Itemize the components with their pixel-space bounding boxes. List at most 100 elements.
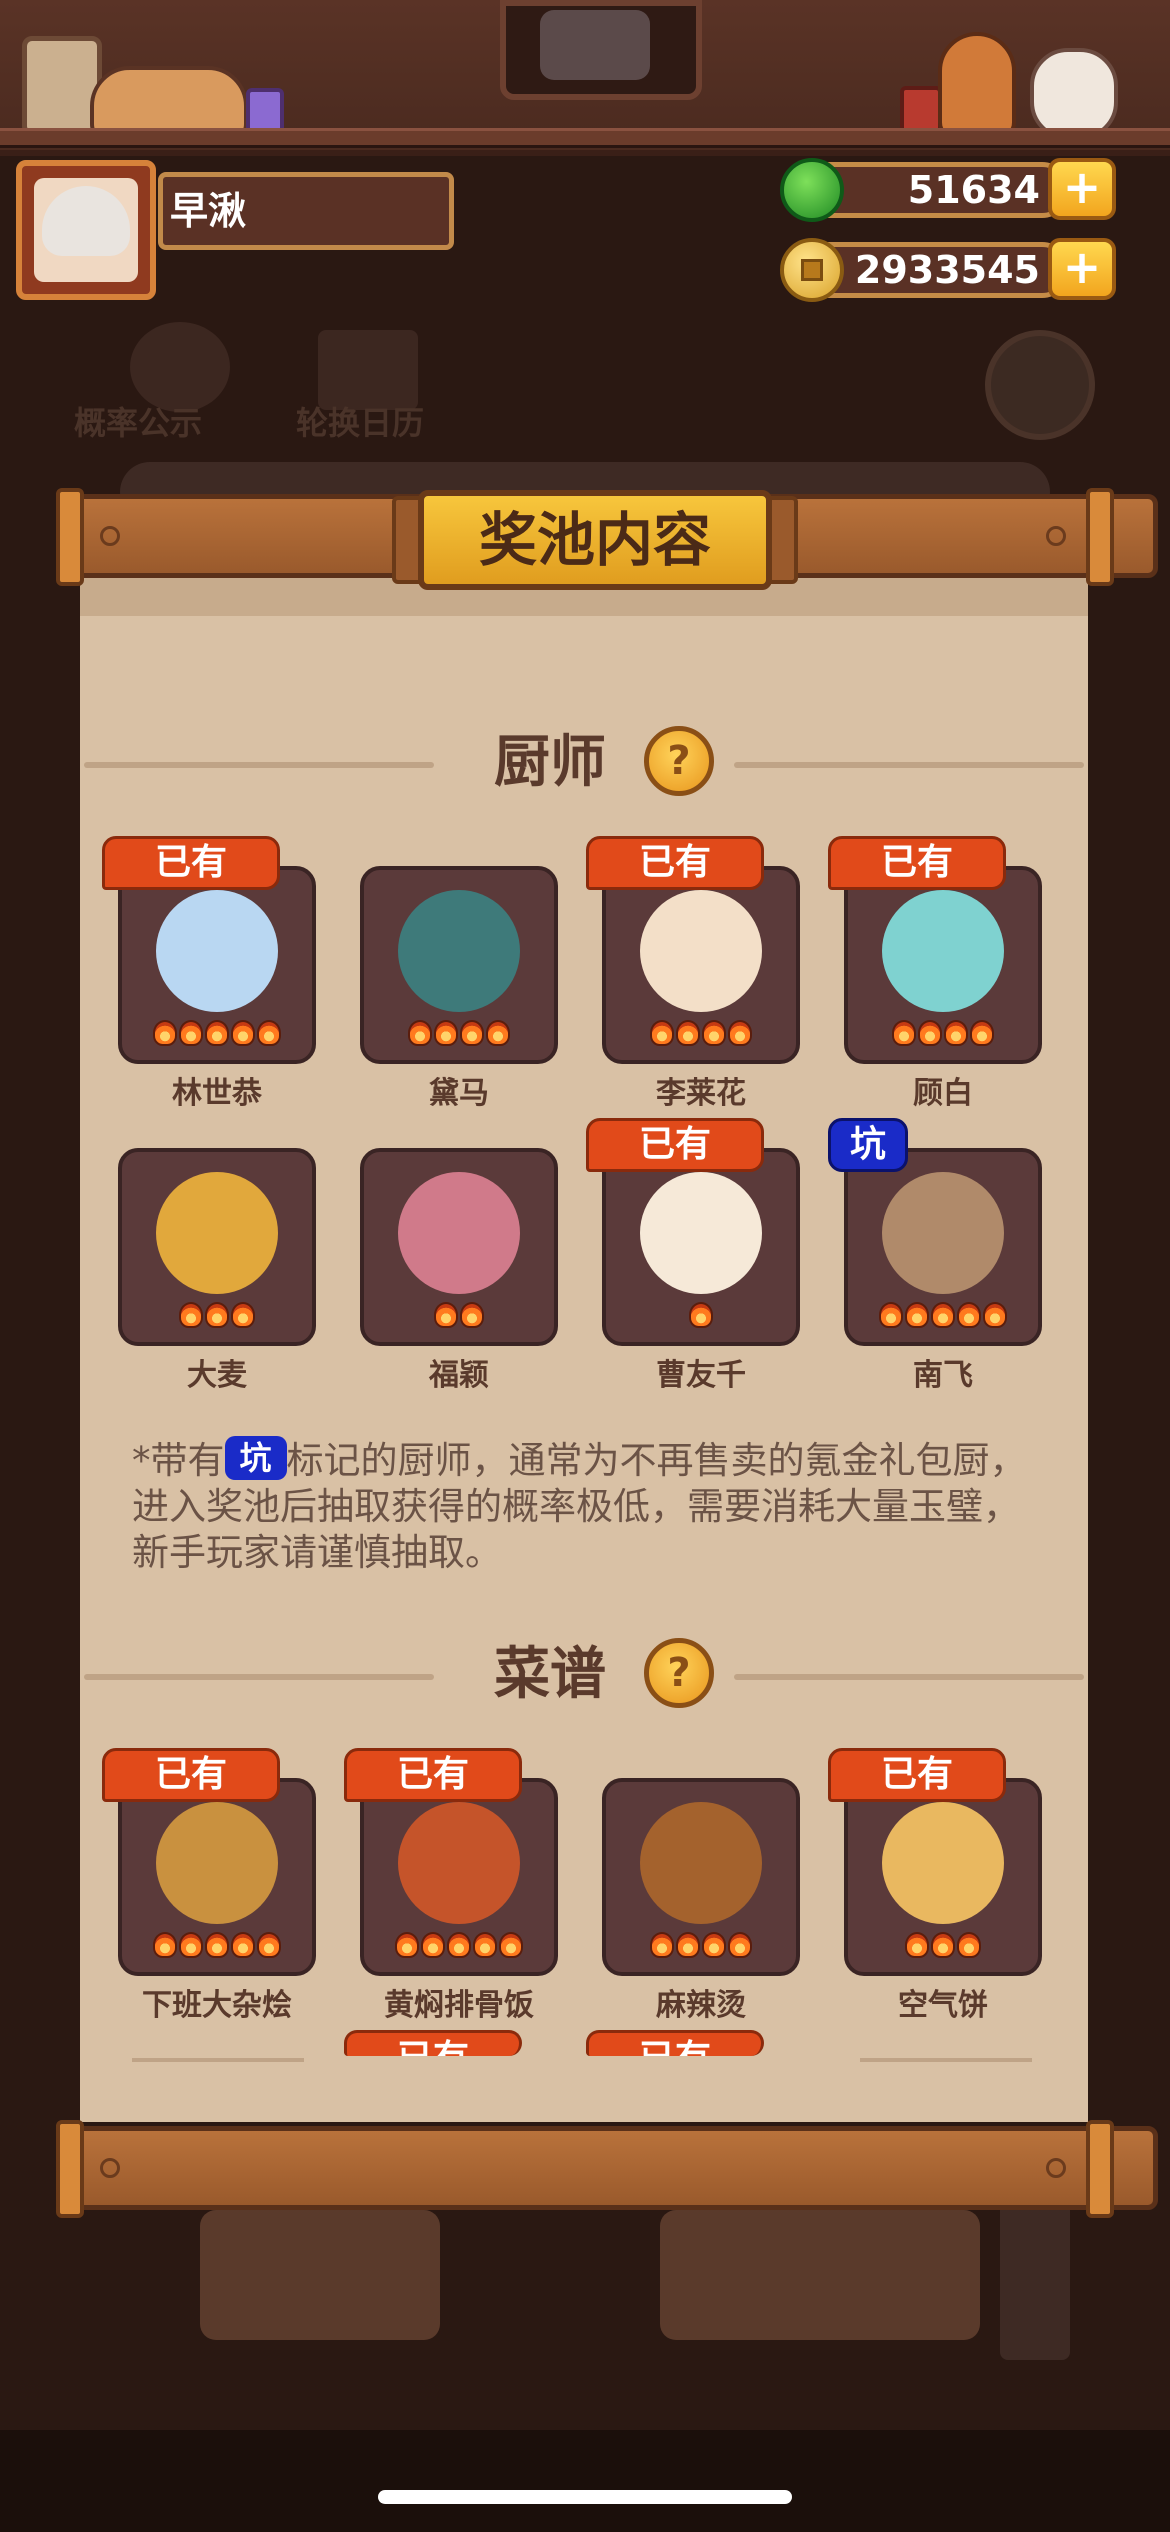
owned-tag: 已有 xyxy=(828,1748,1006,1802)
section-divider xyxy=(734,1674,1084,1680)
calendar-label: 轮换日历 xyxy=(296,404,425,442)
chef-name: 黛马 xyxy=(429,1076,489,1111)
rod-nail xyxy=(1046,2158,1066,2178)
flame-icon xyxy=(689,1302,713,1328)
recipe-portrait xyxy=(640,1802,762,1924)
shelf xyxy=(0,128,1170,148)
chef-name: 大麦 xyxy=(187,1358,247,1393)
recipe-card[interactable] xyxy=(602,1778,800,1976)
flame-icon xyxy=(905,1932,929,1958)
chef-card[interactable] xyxy=(844,1148,1042,1346)
flame-icon xyxy=(153,1020,177,1046)
flame-rating xyxy=(364,1020,554,1052)
owned-tag: 已有 xyxy=(102,1748,280,1802)
flame-rating xyxy=(606,1020,796,1052)
player-name: 早湫 xyxy=(170,189,247,233)
flame-icon xyxy=(879,1302,903,1328)
recipe-portrait xyxy=(398,1802,520,1924)
chef-card[interactable] xyxy=(602,1148,800,1346)
panel-bottom-fill xyxy=(80,2062,1088,2122)
flame-rating xyxy=(122,1302,312,1334)
chef-card[interactable] xyxy=(118,1148,316,1346)
flame-rating xyxy=(364,1302,554,1334)
recipe-portrait xyxy=(156,1802,278,1924)
flame-icon xyxy=(231,1302,255,1328)
recipe-card[interactable] xyxy=(118,1778,316,1976)
pit-note: *带有坑标记的厨师，通常为不再售卖的氪金礼包厨，进入奖池后抽取获得的概率极低，需… xyxy=(132,1436,1052,1576)
flame-icon xyxy=(447,1932,471,1958)
flame-icon xyxy=(931,1932,955,1958)
exit-button-bg xyxy=(985,330,1095,440)
chef-name: 李莱花 xyxy=(656,1076,746,1111)
add-jade-button[interactable]: + xyxy=(1048,158,1116,220)
flame-icon xyxy=(728,1020,752,1046)
chef-portrait xyxy=(640,1172,762,1294)
section-divider xyxy=(84,762,434,768)
chef-card[interactable] xyxy=(844,866,1042,1064)
recipe-card[interactable] xyxy=(844,1778,1042,1976)
flame-icon xyxy=(676,1020,700,1046)
recipe-portrait xyxy=(882,1802,1004,1924)
flame-icon xyxy=(499,1932,523,1958)
picture-inner xyxy=(540,10,650,80)
owned-tag: 已有 xyxy=(586,836,764,890)
chef-card[interactable] xyxy=(360,866,558,1064)
flame-icon xyxy=(983,1302,1007,1328)
flame-icon xyxy=(892,1020,916,1046)
owned-tag-clipped: 已有 xyxy=(344,2030,522,2056)
flame-rating xyxy=(122,1020,312,1052)
dialog-title: 奖池内容 xyxy=(478,506,711,574)
rod-nail xyxy=(100,526,120,546)
chefs-section-title: 厨师 xyxy=(494,730,606,795)
chefs-help-button[interactable]: ? xyxy=(644,726,714,796)
jade-amount: 51634 xyxy=(907,168,1040,212)
bottom-bar xyxy=(0,2430,1170,2532)
flame-icon xyxy=(205,1020,229,1046)
flame-icon xyxy=(702,1932,726,1958)
owned-tag-clipped: 已有 xyxy=(586,2030,764,2056)
flame-icon xyxy=(957,1932,981,1958)
flame-icon xyxy=(931,1302,955,1328)
flame-icon xyxy=(918,1020,942,1046)
flame-icon xyxy=(421,1932,445,1958)
recipe-card[interactable] xyxy=(360,1778,558,1976)
jade-icon xyxy=(780,158,844,222)
add-coin-button[interactable]: + xyxy=(1048,238,1116,300)
rod-cap xyxy=(1086,2120,1114,2218)
owned-tag: 已有 xyxy=(102,836,280,890)
flame-rating xyxy=(606,1302,796,1334)
chef-portrait xyxy=(882,1172,1004,1294)
flame-icon xyxy=(205,1302,229,1328)
flame-rating xyxy=(364,1932,554,1964)
flame-icon xyxy=(257,1020,281,1046)
flame-icon xyxy=(257,1932,281,1958)
flame-icon xyxy=(905,1302,929,1328)
flame-icon xyxy=(728,1932,752,1958)
doll-decoration xyxy=(938,32,1016,140)
coin-amount: 2933545 xyxy=(854,248,1040,292)
flame-icon xyxy=(460,1302,484,1328)
flame-icon xyxy=(153,1932,177,1958)
recipe-name: 空气饼 xyxy=(898,1988,988,2023)
chef-name: 顾白 xyxy=(913,1076,973,1111)
chef-card[interactable] xyxy=(602,866,800,1064)
flame-icon xyxy=(434,1302,458,1328)
flame-icon xyxy=(231,1932,255,1958)
recipe-name: 下班大杂烩 xyxy=(142,1988,292,2023)
chef-card[interactable] xyxy=(360,1148,558,1346)
coin-hole xyxy=(801,259,823,281)
flame-icon xyxy=(179,1302,203,1328)
chef-portrait xyxy=(156,890,278,1012)
flame-icon xyxy=(650,1932,674,1958)
rod-cap xyxy=(56,2120,84,2218)
flame-rating xyxy=(848,1302,1038,1334)
pit-tag: 坑 xyxy=(828,1118,908,1172)
section-divider xyxy=(84,1674,434,1680)
chef-portrait xyxy=(640,890,762,1012)
chef-card[interactable] xyxy=(118,866,316,1064)
flame-icon xyxy=(957,1302,981,1328)
recipes-help-button[interactable]: ? xyxy=(644,1638,714,1708)
chef-portrait xyxy=(882,890,1004,1012)
flame-rating xyxy=(848,1020,1038,1052)
home-indicator[interactable] xyxy=(378,2490,792,2504)
